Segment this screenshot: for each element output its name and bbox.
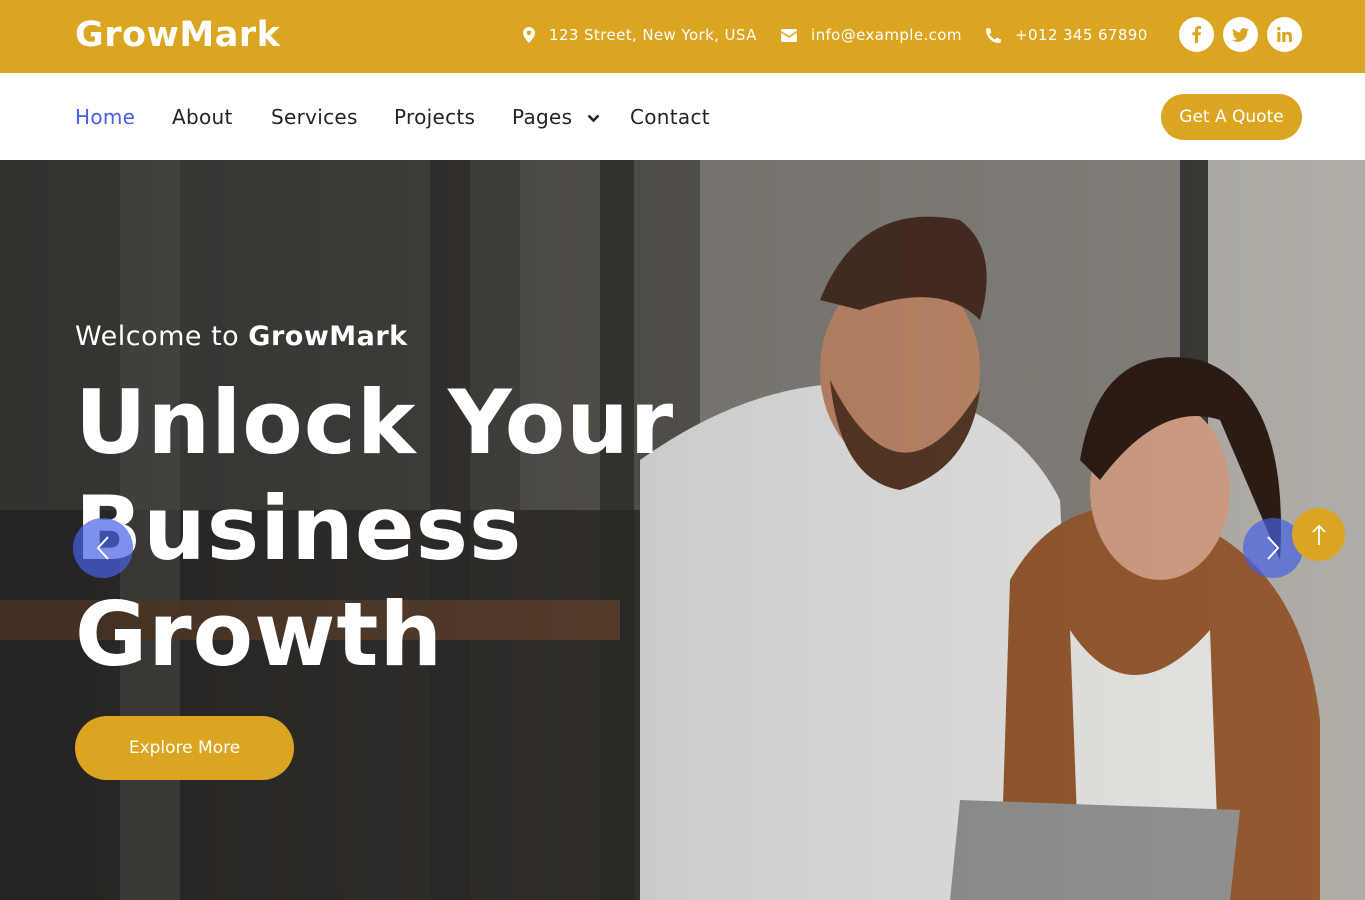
chevron-down-icon [587,114,600,123]
email-text: info@example.com [811,26,962,44]
phone-text: +012 345 67890 [1015,26,1148,44]
linkedin-link[interactable] [1267,17,1302,52]
welcome-prefix: Welcome to [75,321,240,352]
hero-welcome: Welcome to GrowMark [75,320,408,354]
chevron-right-icon [1267,536,1280,560]
hero-headline: Unlock Your Business Growth [75,371,675,686]
carousel-prev-button[interactable] [73,518,133,578]
arrow-up-icon [1311,524,1326,545]
linkedin-icon [1277,27,1292,42]
main-navbar: Home About Services Projects Pages Conta… [0,73,1365,160]
topbar: GrowMark 123 Street, New York, USA info@… [0,0,1365,73]
nav-services[interactable]: Services [271,104,358,130]
hero-carousel: Welcome to GrowMark Unlock Your Business… [0,160,1365,900]
nav-contact[interactable]: Contact [630,104,710,130]
envelope-icon [781,28,797,42]
nav-pages-label: Pages [512,105,573,129]
brand-logo[interactable]: GrowMark [75,14,280,56]
welcome-brand: GrowMark [248,321,408,352]
address-text: 123 Street, New York, USA [549,26,757,44]
explore-more-button[interactable]: Explore More [75,716,294,780]
address-info: 123 Street, New York, USA [523,24,757,46]
twitter-link[interactable] [1223,17,1258,52]
nav-pages-dropdown[interactable]: Pages [512,104,600,130]
map-marker-icon [523,27,535,43]
phone-icon [986,27,1001,43]
email-info[interactable]: info@example.com [781,24,962,46]
nav-about[interactable]: About [172,104,233,130]
facebook-link[interactable] [1179,17,1214,52]
get-quote-button[interactable]: Get A Quote [1161,94,1302,140]
back-to-top-button[interactable] [1292,508,1345,561]
nav-home[interactable]: Home [75,104,135,130]
nav-projects[interactable]: Projects [394,104,475,130]
twitter-icon [1232,27,1249,42]
facebook-icon [1192,26,1201,43]
phone-info[interactable]: +012 345 67890 [986,24,1148,46]
chevron-left-icon [96,536,109,560]
